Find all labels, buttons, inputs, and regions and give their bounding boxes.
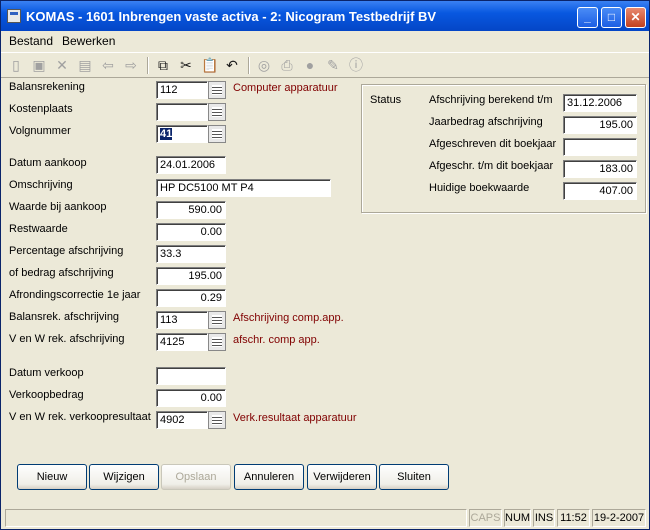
percentage-field[interactable]: 33.3 [156,245,226,263]
status-row-label: Jaarbedrag afschrijving [429,116,543,128]
edit-icon[interactable]: ✎ [325,57,341,73]
opslaan-button[interactable]: Opslaan [161,464,231,490]
minimize-icon: _ [584,10,591,24]
status-row-value: 31.12.2006 [563,94,637,112]
info-icon[interactable]: ⓘ [348,57,364,73]
arrow-right-icon[interactable]: ⇨ [123,57,139,73]
kostenplaats-lookup-icon[interactable] [208,103,226,121]
datum-verkoop-field[interactable] [156,367,226,385]
status-row-label: Afgeschreven dit boekjaar [429,138,557,150]
volgnummer-lookup-icon[interactable] [208,125,226,143]
delete-icon[interactable]: ✕ [54,57,70,73]
undo-icon[interactable]: ↶ [224,57,240,73]
binoculars-icon[interactable]: ◎ [256,57,272,73]
status-message-panel [5,509,467,527]
status-bar: CAPS NUM INS 11:52 19-2-2007 [1,507,649,529]
balansrekening-field[interactable]: 112 [156,81,208,99]
toolbar-separator [147,57,149,74]
num-indicator: NUM [504,509,531,527]
percentage-label: Percentage afschrijving [9,245,124,257]
datum-aankoop-label: Datum aankoop [9,157,87,169]
venw-verkoopresultaat-label: V en W rek. verkoopresultaat [9,411,151,423]
balansrek-afschrijving-desc: Afschrijving comp.app. [233,312,344,324]
status-row-label: Afschrijving berekend t/m [429,94,553,106]
venw-verkoopresultaat-field[interactable]: 4902 [156,411,208,429]
save-icon[interactable]: ▣ [31,57,47,73]
caps-indicator: CAPS [469,509,502,527]
menu-bar: Bestand Bewerken [1,31,649,51]
new-document-icon[interactable]: ▯ [8,57,24,73]
balansrekening-desc: Computer apparatuur [233,82,338,94]
toolbar: ▯ ▣ ✕ ▤ ⇦ ⇨ ⧉ ✂ 📋 ↶ ◎ ⎙ ● ✎ ⓘ [1,52,649,78]
omschrijving-field[interactable]: HP DC5100 MT P4 [156,179,331,197]
maximize-icon: □ [607,10,616,24]
status-row-value: 183.00 [563,160,637,178]
venw-afschrijving-label: V en W rek. afschrijving [9,333,125,345]
copy-icon[interactable]: ⧉ [155,57,171,73]
venw-afschrijving-field[interactable]: 4125 [156,333,208,351]
sluiten-button[interactable]: Sluiten [379,464,449,490]
balansrekening-lookup-icon[interactable] [208,81,226,99]
verwijderen-button[interactable]: Verwijderen [307,464,377,490]
verkoopbedrag-field[interactable]: 0.00 [156,389,226,407]
wijzigen-button[interactable]: Wijzigen [89,464,159,490]
print-icon[interactable]: ⎙ [279,57,295,73]
annuleren-button[interactable]: Annuleren [234,464,304,490]
status-row-value [563,138,637,156]
bedrag-afschrijving-label: of bedrag afschrijving [9,267,114,279]
ins-indicator: INS [533,509,555,527]
balansrek-afschrijving-label: Balansrek. afschrijving [9,311,120,323]
date-display: 19-2-2007 [592,509,646,527]
venw-verkoopresultaat-lookup-icon[interactable] [208,411,226,429]
balansrek-afschrijving-lookup-icon[interactable] [208,311,226,329]
restwaarde-label: Restwaarde [9,223,68,235]
volgnummer-field[interactable]: 41 [156,125,208,143]
status-label: Status [370,94,402,106]
status-row-label: Huidige boekwaarde [429,182,530,194]
kostenplaats-label: Kostenplaats [9,103,73,115]
balansrek-afschrijving-field[interactable]: 113 [156,311,208,329]
status-row-label: Afgeschr. t/m dit boekjaar [429,160,554,172]
datum-aankoop-field[interactable]: 24.01.2006 [156,156,226,174]
bell-icon[interactable]: ● [302,57,318,73]
volgnummer-label: Volgnummer [9,125,71,137]
app-icon [7,9,21,23]
bedrag-afschrijving-field[interactable]: 195.00 [156,267,226,285]
cut-icon[interactable]: ✂ [178,57,194,73]
venw-afschrijving-desc: afschr. comp app. [233,334,320,346]
status-row-value: 195.00 [563,116,637,134]
toolbar-separator [248,57,250,74]
save-as-icon[interactable]: ▤ [77,57,93,73]
afrondingscorrectie-field[interactable]: 0.29 [156,289,226,307]
close-icon: ✕ [630,10,641,24]
maximize-button[interactable]: □ [601,7,622,28]
verkoopbedrag-label: Verkoopbedrag [9,389,84,401]
nieuw-button[interactable]: Nieuw [17,464,87,490]
menu-bewerken[interactable]: Bewerken [62,34,115,48]
volgnummer-value: 41 [160,128,173,140]
app-window: KOMAS - 1601 Inbrengen vaste activa - 2:… [0,0,650,530]
paste-icon[interactable]: 📋 [201,57,218,73]
arrow-left-icon[interactable]: ⇦ [100,57,116,73]
time-display: 11:52 [557,509,590,527]
kostenplaats-field[interactable] [156,103,208,121]
venw-verkoopresultaat-desc: Verk.resultaat apparatuur [233,412,357,424]
restwaarde-field[interactable]: 0.00 [156,223,226,241]
datum-verkoop-label: Datum verkoop [9,367,84,379]
menu-bestand[interactable]: Bestand [9,34,53,48]
waarde-aankoop-label: Waarde bij aankoop [9,201,107,213]
waarde-aankoop-field[interactable]: 590.00 [156,201,226,219]
afrondingscorrectie-label: Afrondingscorrectie 1e jaar [9,289,141,301]
window-title: KOMAS - 1601 Inbrengen vaste activa - 2:… [26,9,437,24]
minimize-button[interactable]: _ [577,7,598,28]
omschrijving-label: Omschrijving [9,179,73,191]
title-bar[interactable]: KOMAS - 1601 Inbrengen vaste activa - 2:… [1,1,649,31]
close-button[interactable]: ✕ [625,7,646,28]
balansrekening-label: Balansrekening [9,81,85,93]
venw-afschrijving-lookup-icon[interactable] [208,333,226,351]
status-row-value: 407.00 [563,182,637,200]
